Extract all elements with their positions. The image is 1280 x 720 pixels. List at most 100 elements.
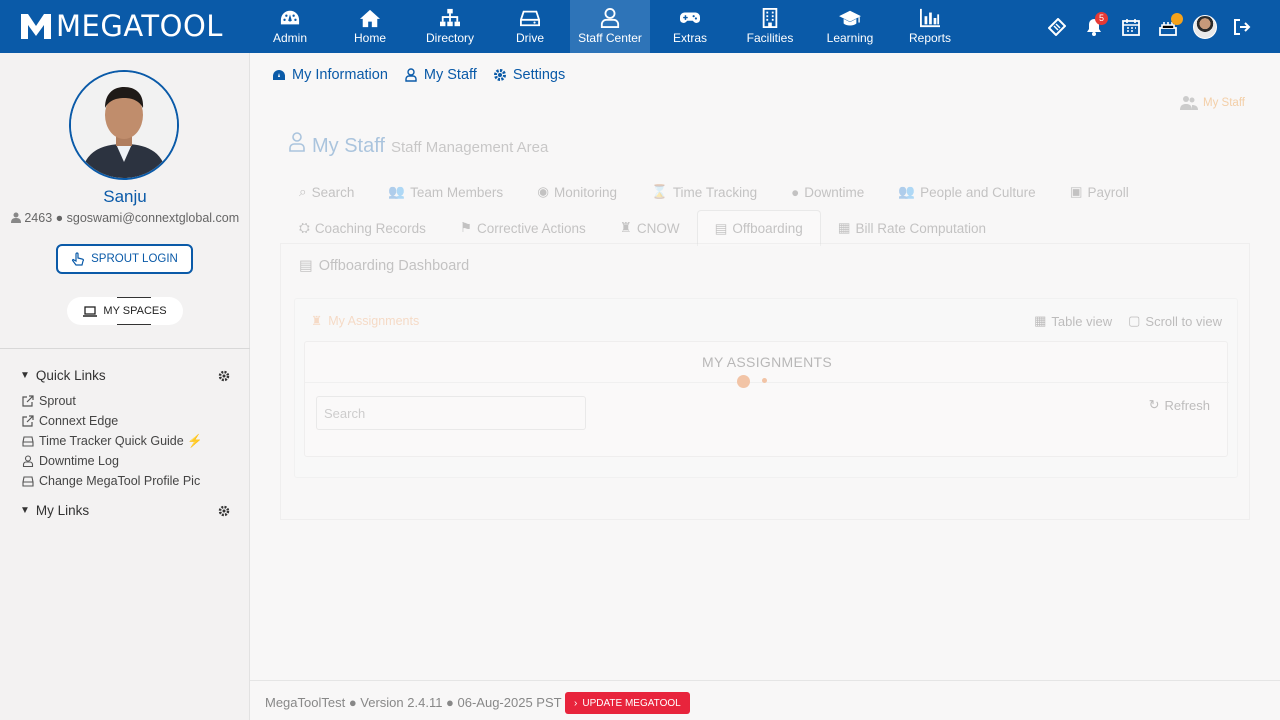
version-text: MegaToolTest ● Version 2.4.11 ● 06-Aug-2… [265,695,562,710]
columns-icon: ▢ [1128,313,1141,328]
nav-reports[interactable]: Reports [890,0,970,53]
profile-meta: 2463 ● sgoswami@connextglobal.com [0,211,250,225]
brand-name: MEGATOOL [56,9,223,43]
assignments-card: ♜ My Assignments ▦ Table view ▢ Scroll to … [294,298,1238,478]
tab-coaching-records[interactable]: ⛭ Coaching Records [282,210,443,246]
breadcrumb[interactable]: My Staff [1180,95,1245,111]
quick-links-header[interactable]: ▼ Quick Links [20,368,230,383]
tab-label: Corrective Actions [476,220,586,236]
briefcase-icon: ▤ [299,258,313,274]
nav-label: Reports [908,31,952,45]
gear-icon [493,69,506,81]
breadcrumb-label: My Staff [1203,97,1245,109]
tab-label: My Staff [423,67,477,83]
tab-label: Bill Rate Computation [855,220,987,236]
search-input[interactable] [316,396,586,430]
dashboard-icon [273,70,285,80]
nav-home[interactable]: Home [330,0,410,53]
my-links-header[interactable]: ▼ My Links [20,503,230,518]
user-avatar-button[interactable] [1186,0,1223,53]
my-spaces-button[interactable]: MY SPACES [67,297,183,325]
main-nav: Admin Home Directory Drive Staff Center … [250,0,970,53]
tab-time-tracking[interactable]: ⌛ Time Tracking [634,174,774,210]
nav-staff-center[interactable]: Staff Center [570,0,650,53]
tab-downtime[interactable]: ● Downtime [774,174,881,210]
calendar-icon [1121,18,1140,36]
profile-name: Sanju [103,187,147,206]
nav-admin[interactable]: Admin [250,0,330,53]
sitemap-icon [440,8,460,27]
status-dot [1171,13,1183,25]
megatool-logo[interactable]: MEGATOOL [20,9,223,43]
external-link-icon [22,395,34,407]
card-title-label: My Assignments [328,313,420,328]
nav-label: Admin [272,31,307,45]
users-icon: 👥 [898,184,916,199]
building-icon [762,8,778,28]
nav-learning[interactable]: Learning [810,0,890,53]
tabs-row: ⌕ Search 👥 Team Members ◉ Monitoring ⌛ Time … [282,174,1222,210]
nav-drive[interactable]: Drive [490,0,570,53]
link-label: Sprout [39,394,76,408]
caret-down-icon: ▼ [20,370,30,381]
link-label: Downtime Log [39,454,119,468]
user-icon [600,8,620,28]
tab-label: My Information [292,67,388,83]
tab-bill-rate-computation[interactable]: ▦ Bill Rate Computation [821,210,1003,246]
bar-chart-icon [920,8,940,28]
nav-label: Directory [425,31,474,45]
gear-icon[interactable] [218,505,230,517]
hand-pointer-icon [72,252,85,266]
flag-icon: ⚑ [459,220,472,235]
view-toggles: ▦ Table view ▢ Scroll to view [1034,313,1222,329]
nav-label: Facilities [746,31,794,45]
nav-directory[interactable]: Directory [410,0,490,53]
assignments-table-card: MY ASSIGNMENTS ↻ Refresh [304,341,1229,457]
link-label: Change MegaTool Profile Pic [39,474,201,488]
quick-link-time-tracker-guide[interactable]: Time Tracker Quick Guide ⚡ [22,431,203,451]
quick-link-connext-edge[interactable]: Connext Edge [22,411,203,431]
ticket-button[interactable] [1038,0,1075,53]
notifications-button[interactable]: 5 [1075,0,1112,53]
gear-icon[interactable] [218,370,230,382]
tab-team-members[interactable]: 👥 Team Members [371,174,520,210]
update-megatool-button[interactable]: › UPDATE MEGATOOL [565,692,690,714]
tab-settings[interactable]: Settings [493,67,565,83]
eye-icon: ◉ [537,184,549,199]
tab-payroll[interactable]: ▣ Payroll [1053,174,1146,210]
tab-monitoring[interactable]: ◉ Monitoring [520,174,634,210]
nav-label: Drive [515,31,544,45]
user-icon [289,132,305,152]
birthday-button[interactable] [1149,0,1186,53]
table-view-button[interactable]: ▦ Table view [1034,313,1112,329]
refresh-icon: ↻ [1148,397,1160,412]
refresh-button[interactable]: ↻ Refresh [1149,397,1210,413]
my-spaces-label: MY SPACES [103,305,167,317]
laptop-icon [83,305,98,317]
table-icon: ▦ [1034,313,1047,328]
tab-search[interactable]: ⌕ Search [282,174,371,210]
quick-link-downtime-log[interactable]: Downtime Log [22,451,203,471]
tab-corrective-actions[interactable]: ⚑ Corrective Actions [443,210,603,246]
calendar-button[interactable] [1112,0,1149,53]
tab-label: Team Members [410,184,504,200]
top-navbar: MEGATOOL Admin Home Directory Drive Staf… [0,0,1280,53]
logout-button[interactable] [1223,0,1260,53]
users-icon: 👥 [388,184,406,199]
quick-link-sprout[interactable]: Sprout [22,391,203,411]
profile-photo[interactable] [69,70,179,180]
scroll-view-button[interactable]: ▢ Scroll to view [1128,313,1222,329]
nav-facilities[interactable]: Facilities [730,0,810,53]
tab-my-staff[interactable]: My Staff [404,67,477,83]
tab-label: Coaching Records [314,220,426,236]
tab-label: Downtime [804,184,865,200]
tab-my-information[interactable]: My Information [272,67,388,83]
nav-extras[interactable]: Extras [650,0,730,53]
sprout-login-button[interactable]: SPROUT LOGIN [56,244,193,274]
assignments-title: MY ASSIGNMENTS [702,354,832,370]
quick-link-change-profile-pic[interactable]: Change MegaTool Profile Pic [22,471,203,491]
tab-cnow[interactable]: ♜ CNOW [603,210,697,246]
link-label: Connext Edge [39,414,119,428]
tab-people-and-culture[interactable]: 👥 People and Culture [881,174,1052,210]
tab-offboarding[interactable]: ▤ Offboarding [696,210,821,246]
